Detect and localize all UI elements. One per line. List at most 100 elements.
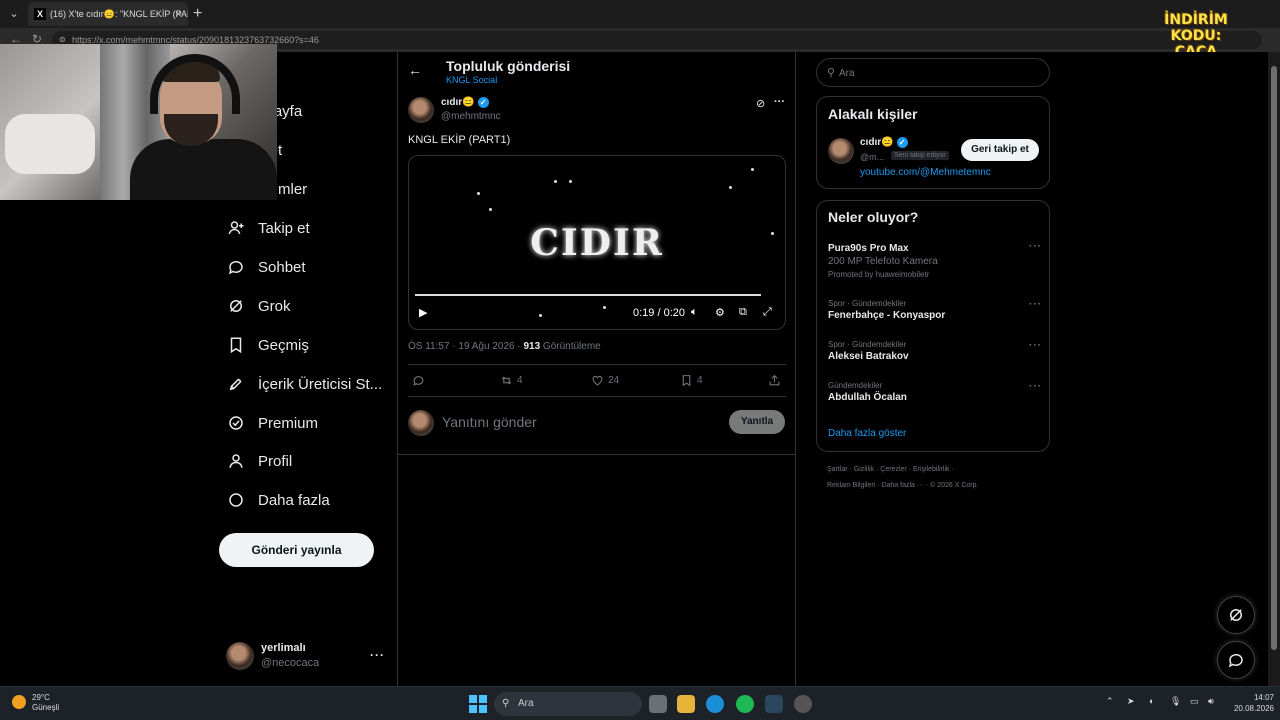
new-tab-button[interactable]: +	[193, 4, 202, 24]
post-author[interactable]: cıdır😑 ✓	[441, 97, 489, 108]
retweet-action[interactable]: 4	[500, 374, 523, 387]
bookmark-count: 4	[697, 375, 703, 386]
reply-input[interactable]	[442, 412, 712, 432]
post-author-name: cıdır😑	[441, 97, 475, 108]
back-arrow-icon[interactable]: ←	[408, 62, 422, 78]
trend-item[interactable]: Pura90s Pro Max 200 MP Telefoto Kamera Pro…	[828, 241, 1042, 279]
tray-overflow-icon[interactable]: ⌃	[1106, 696, 1114, 707]
edge-browser-icon[interactable]	[706, 695, 724, 713]
search-box[interactable]: ⚲	[816, 58, 1050, 87]
more-dots-icon[interactable]: ···	[1029, 299, 1042, 310]
post-meta: ÖS 11:57 · 19 Ağu 2026 · 913 Görüntüleme	[408, 341, 601, 352]
tab-list-button[interactable]: ⌄	[4, 4, 24, 24]
sidebar-item[interactable]: Sohbet	[226, 252, 306, 282]
more-dots-icon[interactable]: ···	[370, 648, 385, 662]
microphone-icon[interactable]: 🎙︎	[1170, 696, 1181, 707]
volume-icon[interactable]: 🔊︎	[1208, 696, 1214, 707]
chrome-icon[interactable]	[794, 695, 812, 713]
sidebar-item[interactable]: Geçmiş	[226, 330, 309, 360]
file-explorer-icon[interactable]	[677, 695, 695, 713]
sidebar-item-label: Premium	[258, 414, 319, 432]
grok-button[interactable]	[1217, 596, 1255, 634]
sidebar-item[interactable]: Grok	[226, 291, 291, 321]
trend-item[interactable]: Spor · Gündemdekiler Aleksei Batrakov ···	[828, 340, 1042, 362]
tray-app-icon[interactable]: ◐	[1149, 696, 1154, 706]
sidebar-item[interactable]: İçerik Üreticisi St...	[226, 369, 382, 399]
sidebar-item[interactable]: Profil	[226, 446, 292, 476]
sidebar-item[interactable]: Premium	[226, 408, 318, 438]
video-progress-bar[interactable]	[415, 294, 761, 296]
follow-back-button[interactable]: Geri takip et	[961, 139, 1039, 161]
tray-telegram-icon[interactable]: ➤	[1127, 696, 1135, 707]
more-dots-icon[interactable]: ···	[1029, 381, 1042, 392]
video-player[interactable]: CIDIR ▶ 0:19 / 0:20 🔈︎ ⚙ ⧉ ⤢	[408, 155, 786, 330]
page-scrollbar[interactable]	[1268, 52, 1280, 686]
verified-icon	[226, 413, 246, 433]
search-icon: ⚲	[502, 698, 510, 709]
more-dots-icon[interactable]: ···	[774, 96, 785, 108]
divider	[398, 454, 795, 455]
account-name: yerlimalı	[261, 642, 306, 654]
x-logo-icon: X	[34, 8, 46, 20]
tab-close-icon[interactable]: ✕	[174, 2, 182, 26]
play-icon[interactable]: ▶	[419, 306, 427, 319]
avatar[interactable]	[408, 97, 434, 123]
more-dots-icon[interactable]: ···	[1029, 241, 1042, 252]
network-icon[interactable]: ▭	[1190, 696, 1199, 707]
spotify-icon[interactable]	[736, 695, 754, 713]
footer-links[interactable]: Şartlar · Gizlilik · Çerezler · Erişileb…	[827, 466, 954, 473]
avatar[interactable]	[828, 138, 854, 164]
browser-tab[interactable]: X (16) X'te cıdır😑: "KNGL EKİP (PAR ✕	[28, 2, 188, 26]
main-column: ← Topluluk gönderisi KNGL Social cıdır😑 …	[397, 52, 796, 686]
taskbar-search-label: Ara	[518, 698, 534, 709]
search-icon: ⚲	[827, 67, 836, 79]
webcam-pillow	[5, 114, 95, 174]
trend-item[interactable]: Gündemdekiler Abdullah Öcalan ···	[828, 381, 1042, 403]
grok-icon[interactable]: ⊘	[756, 97, 765, 110]
trend-category: Spor · Gündemdekiler	[828, 299, 907, 308]
bookmark-action[interactable]: 4	[680, 374, 703, 387]
chat-icon	[226, 257, 246, 277]
taskbar-search[interactable]: ⚲ Ara	[494, 692, 642, 716]
messages-button[interactable]	[1217, 641, 1255, 679]
account-handle: @necocaca	[261, 657, 320, 669]
footer-links-2[interactable]: Reklam Bilgileri · Daha fazla ··· · © 20…	[827, 482, 978, 489]
pip-icon[interactable]: ⧉	[739, 306, 747, 319]
related-people-card: Alakalı kişiler cıdır😑 ✓ @m... Seni taki…	[816, 96, 1050, 189]
account-switcher[interactable]: yerlimalı @necocaca ···	[226, 640, 386, 674]
windows-taskbar: 29°C Güneşli ⚲ Ara ⌃ ➤ ◐ 🎙︎ ▭ 🔊︎ 14:07 2…	[0, 686, 1280, 720]
reply-icon	[413, 376, 424, 386]
post-button[interactable]: Gönderi yayınla	[219, 533, 374, 567]
rocket-icon	[226, 374, 246, 394]
steam-icon[interactable]	[765, 695, 783, 713]
task-view-icon[interactable]	[649, 695, 667, 713]
profile-link[interactable]: youtube.com/@Mehmetemnc	[860, 167, 991, 178]
sidebar-item[interactable]: Daha fazla	[226, 485, 330, 515]
webcam-overlay	[0, 44, 277, 200]
show-more-link[interactable]: Daha fazla göster	[828, 428, 906, 439]
sidebar-item-label: İçerik Üreticisi St...	[258, 375, 383, 393]
search-input[interactable]	[839, 65, 1039, 81]
trend-category: Spor · Gündemdekiler	[828, 340, 907, 349]
scrollbar-thumb[interactable]	[1271, 66, 1277, 650]
share-action[interactable]	[768, 374, 781, 387]
reply-action[interactable]	[412, 374, 425, 387]
community-link[interactable]: KNGL Social	[446, 75, 497, 85]
share-icon	[769, 374, 780, 386]
post-handle[interactable]: @mehmtmnc	[441, 111, 501, 122]
fullscreen-icon[interactable]: ⤢	[763, 306, 772, 319]
like-action[interactable]: 24	[591, 374, 619, 387]
sidebar-item[interactable]: Takip et	[226, 213, 310, 243]
system-clock[interactable]: 14:07 20.08.2026	[1222, 692, 1274, 714]
settings-gear-icon[interactable]: ⚙	[715, 306, 725, 319]
post-timestamp[interactable]: ÖS 11:57 · 19 Ağu 2026 ·	[408, 341, 523, 352]
trend-item[interactable]: Spor · Gündemdekiler Fenerbahçe - Konyasp…	[828, 299, 1042, 321]
temperature: 29°C	[32, 693, 50, 702]
more-dots-icon[interactable]: ···	[1029, 340, 1042, 351]
windows-start-icon[interactable]	[469, 695, 487, 713]
reply-button[interactable]: Yanıtla	[729, 410, 785, 434]
sidebar-item-label: Daha fazla	[258, 491, 330, 509]
volume-icon[interactable]: 🔈︎	[691, 306, 698, 319]
related-user-handle[interactable]: @m...	[860, 152, 884, 162]
related-user-name[interactable]: cıdır😑 ✓	[860, 137, 908, 148]
